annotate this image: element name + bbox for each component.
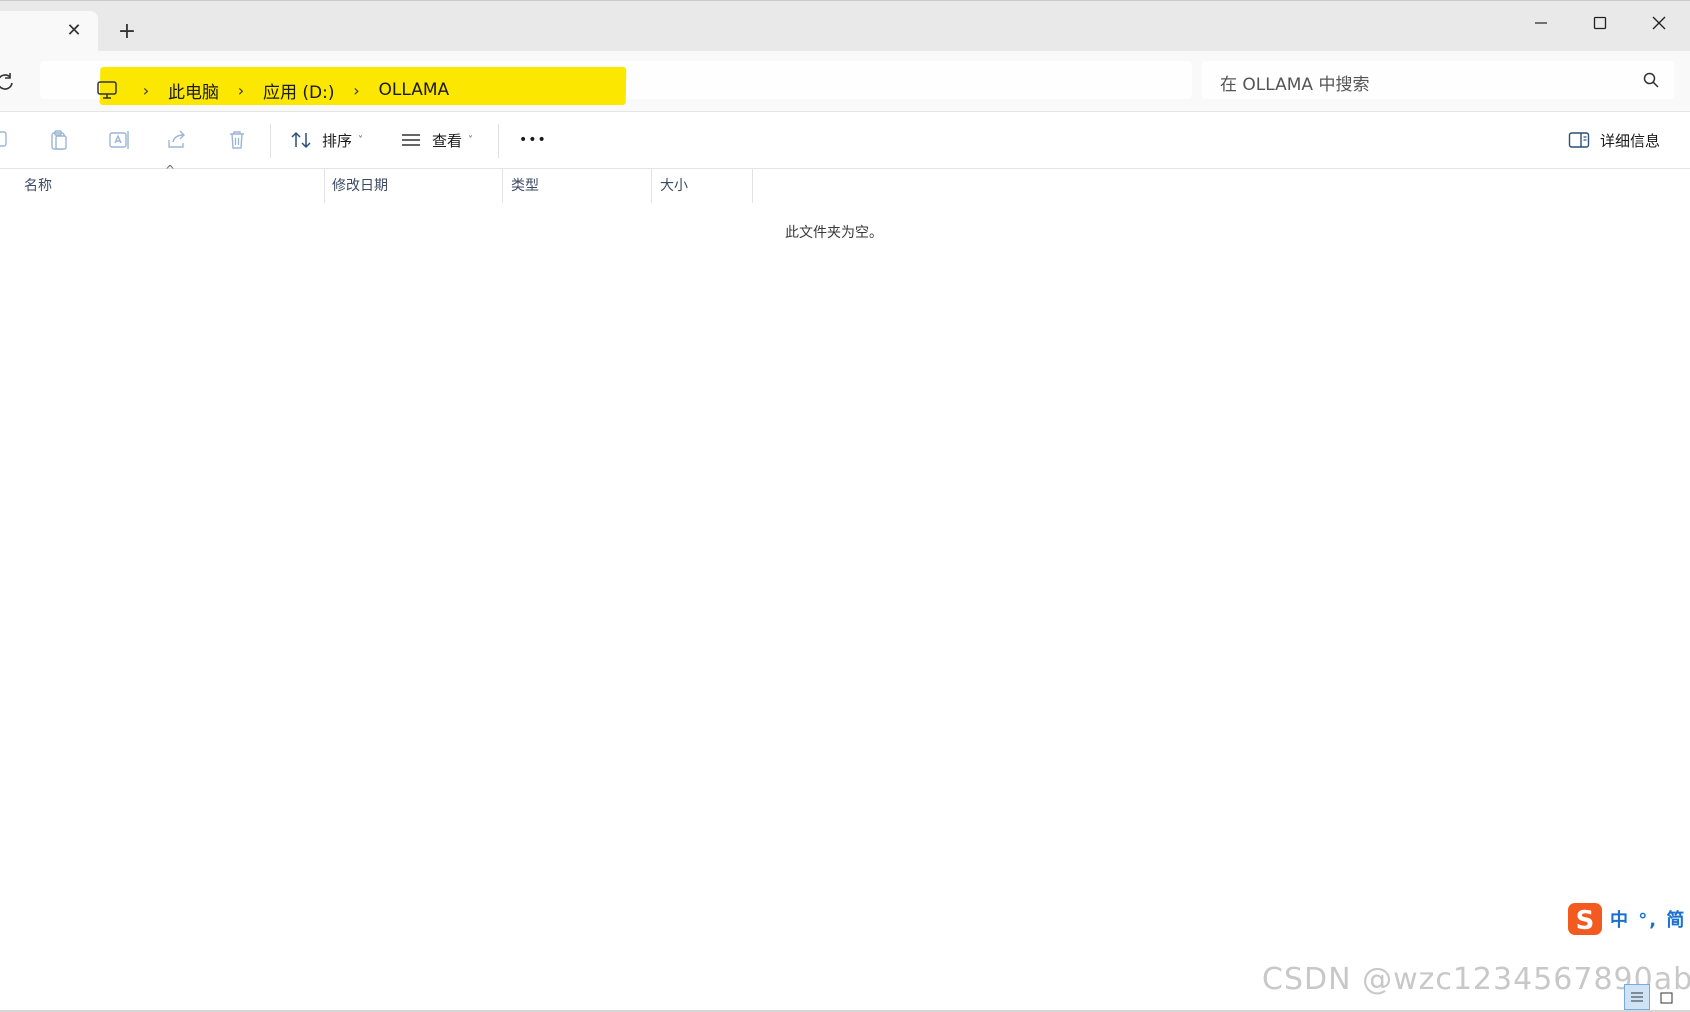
search-icon[interactable] [1642, 71, 1660, 89]
details-pane-icon [1568, 132, 1590, 148]
sogou-logo-icon: S [1568, 903, 1602, 936]
breadcrumb-separator[interactable]: › [132, 81, 160, 100]
title-bar: ✕ + [0, 0, 1690, 52]
details-view-icon [1631, 992, 1643, 1002]
details-pane-button[interactable]: 详细信息 [1568, 124, 1660, 156]
sort-icon [291, 131, 311, 149]
empty-folder-message: 此文件夹为空。 [785, 225, 883, 241]
search-placeholder: 在 OLLAMA 中搜索 [1220, 75, 1370, 95]
rename-icon[interactable] [107, 128, 131, 152]
minimize-icon [1535, 22, 1547, 24]
minimize-button[interactable] [1512, 7, 1570, 39]
delete-icon[interactable] [225, 128, 249, 152]
search-input[interactable]: 在 OLLAMA 中搜索 [1202, 61, 1674, 99]
active-tab[interactable]: ✕ [0, 11, 98, 52]
ime-indicator[interactable]: S 中 °, 简 [1566, 900, 1690, 938]
maximize-button[interactable] [1571, 7, 1629, 39]
paste-icon[interactable] [47, 128, 71, 152]
file-explorer-window: ✕ + › 此电脑 › 应用 (D:) › OLLAMA 在 OLLAMA 中搜… [0, 0, 1690, 1012]
view-button[interactable]: 查看 ˅ [400, 124, 473, 156]
address-row: › 此电脑 › 应用 (D:) › OLLAMA 在 OLLAMA 中搜索 [0, 51, 1690, 112]
large-icons-view-toggle[interactable] [1654, 984, 1680, 1010]
toolbar-divider [498, 124, 499, 158]
more-options-button[interactable]: ••• [519, 124, 547, 156]
tiles-view-icon [1660, 992, 1673, 1004]
column-header-type[interactable]: 类型 [503, 169, 652, 203]
this-pc-icon[interactable] [96, 79, 118, 101]
breadcrumb-separator[interactable]: › [343, 81, 371, 100]
breadcrumb-item-drive-d[interactable]: 应用 (D:) [255, 78, 343, 103]
copy-icon[interactable] [0, 128, 12, 152]
column-header-name[interactable]: 名称 [16, 169, 325, 203]
close-window-button[interactable] [1630, 7, 1688, 39]
details-view-toggle[interactable] [1624, 984, 1650, 1010]
refresh-icon[interactable] [0, 71, 16, 93]
chevron-down-icon: ˅ [358, 134, 364, 146]
column-header-date-modified[interactable]: 修改日期 [324, 169, 503, 203]
view-label: 查看 [432, 131, 463, 150]
maximize-icon [1593, 16, 1607, 30]
close-tab-button[interactable]: ✕ [64, 21, 84, 41]
address-bar[interactable]: › 此电脑 › 应用 (D:) › OLLAMA [40, 61, 1192, 105]
column-header-size[interactable]: 大小 [652, 169, 753, 203]
svg-text:S: S [1576, 906, 1595, 936]
toolbar-divider [270, 124, 271, 158]
sort-label: 排序 [322, 131, 353, 150]
details-label: 详细信息 [1599, 131, 1660, 150]
chevron-down-icon: ˅ [468, 134, 474, 146]
sort-button[interactable]: 排序 ˅ [290, 124, 363, 156]
ime-status-text: 中 °, 简 [1610, 910, 1687, 931]
command-bar: 排序 ˅ 查看 ˅ ••• 详细信息 [0, 112, 1690, 169]
close-icon [1652, 16, 1666, 30]
breadcrumb-item-this-pc[interactable]: 此电脑 [160, 78, 227, 103]
breadcrumb-separator[interactable]: › [227, 81, 255, 100]
new-tab-button[interactable]: + [116, 21, 138, 43]
column-header-row: ^ 名称 修改日期 类型 大小 [0, 163, 1690, 203]
breadcrumb: › 此电脑 › 应用 (D:) › OLLAMA [96, 75, 457, 105]
share-icon[interactable] [165, 128, 189, 152]
breadcrumb-item-ollama[interactable]: OLLAMA [371, 80, 458, 100]
view-icon [402, 134, 420, 146]
